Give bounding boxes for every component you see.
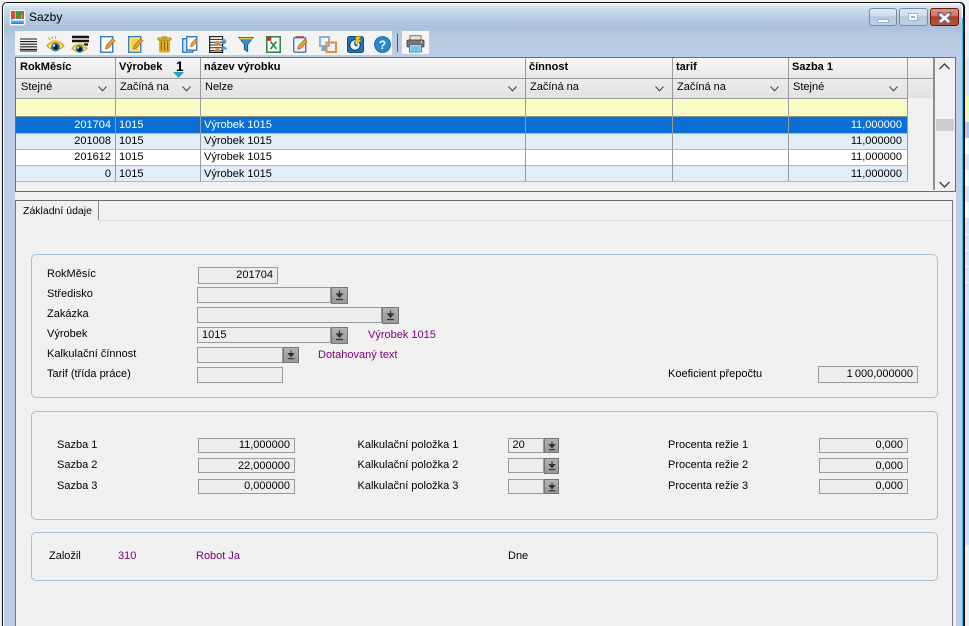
svg-text:?: ? [379, 38, 386, 52]
